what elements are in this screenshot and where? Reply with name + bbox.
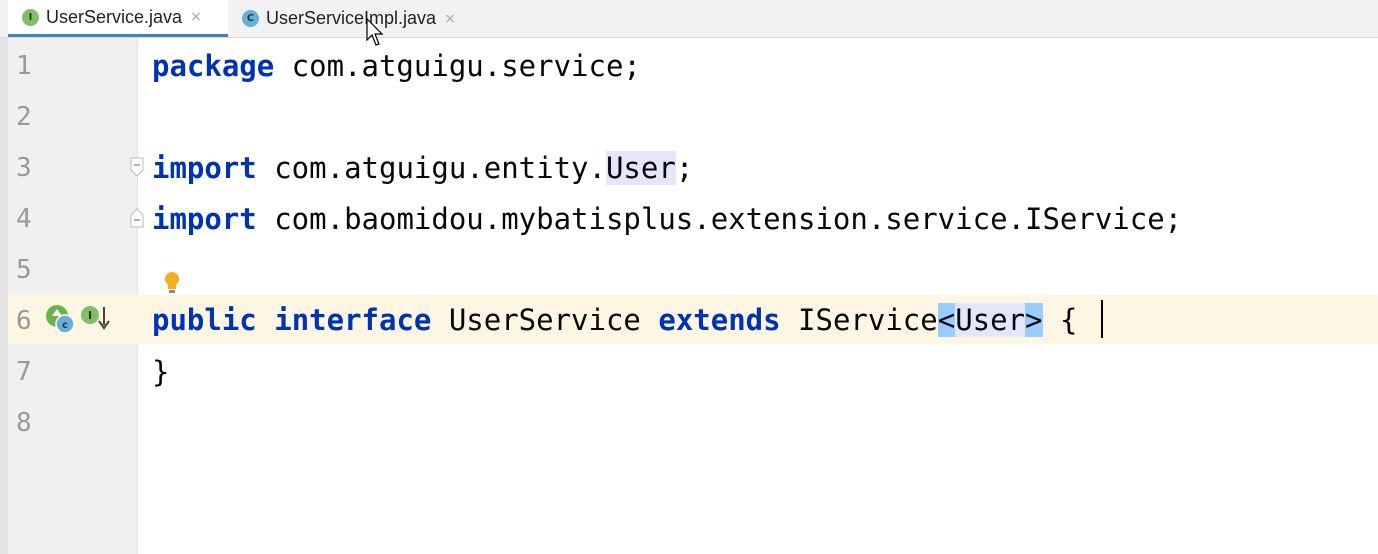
implemented-by-icon[interactable]: c <box>42 303 78 335</box>
identifier-user: User <box>605 151 676 185</box>
brace-match: < <box>937 303 956 337</box>
line-number: 5 <box>16 255 32 285</box>
line-number: 7 <box>16 357 32 387</box>
code-text: } <box>152 355 170 389</box>
keyword: import <box>152 151 257 185</box>
brace-match: > <box>1025 303 1043 337</box>
keyword: package <box>152 49 275 83</box>
line-number: 8 <box>16 408 32 438</box>
code-text: ; <box>675 151 694 185</box>
code-text: { <box>1042 303 1078 337</box>
svg-text:I: I <box>88 309 92 322</box>
line-number: 3 <box>16 153 32 183</box>
interface-file-icon: I <box>22 8 39 26</box>
code-text: com.atguigu.service; <box>274 49 641 83</box>
code-text: IService <box>780 303 938 337</box>
code-line-1[interactable]: package com.atguigu.service; <box>152 41 641 92</box>
intention-bulb-icon[interactable] <box>162 270 182 296</box>
text-caret <box>1101 300 1103 338</box>
class-file-icon: C <box>242 10 259 27</box>
code-line-6[interactable]: public interface UserService extends ISe… <box>152 295 1077 346</box>
line-number: 1 <box>16 51 32 81</box>
tab-label: UserServiceImpl.java <box>266 8 437 28</box>
keyword: public <box>152 303 257 337</box>
fold-end-icon[interactable] <box>128 207 146 229</box>
code-line-3[interactable]: import com.atguigu.entity.User; <box>152 143 693 194</box>
mouse-pointer-icon <box>366 18 384 46</box>
code-text: com.baomidou.mybatisplus.extension.servi… <box>256 202 1183 236</box>
tab-label: UserService.java <box>46 6 183 27</box>
tab-userserviceimpl-java[interactable]: C UserServiceImpl.java × <box>230 0 490 37</box>
line-number: 2 <box>16 102 32 132</box>
keyword: import <box>152 202 257 236</box>
keyword: interface <box>274 303 432 337</box>
fold-start-icon[interactable] <box>128 156 146 178</box>
close-icon[interactable]: × <box>190 9 202 25</box>
editor-tab-bar: I UserService.java × C UserServiceImpl.j… <box>0 0 1378 38</box>
code-text: com.atguigu.entity. <box>256 151 606 185</box>
tab-userservice-java[interactable]: I UserService.java × <box>8 0 228 37</box>
close-icon[interactable]: × <box>444 11 456 27</box>
code-text: UserService <box>431 303 659 337</box>
keyword: extends <box>658 303 781 337</box>
line-number: 4 <box>16 204 32 234</box>
svg-text:c: c <box>62 320 68 331</box>
code-line-4[interactable]: import com.baomidou.mybatisplus.extensio… <box>152 194 1182 245</box>
tool-window-strip <box>0 38 8 554</box>
identifier-user: User <box>955 303 1026 337</box>
code-line-7[interactable]: } <box>152 347 169 398</box>
interface-arrow-down-icon[interactable]: I <box>80 303 114 333</box>
code-editor: I UserService.java × C UserServiceImpl.j… <box>0 0 1378 554</box>
